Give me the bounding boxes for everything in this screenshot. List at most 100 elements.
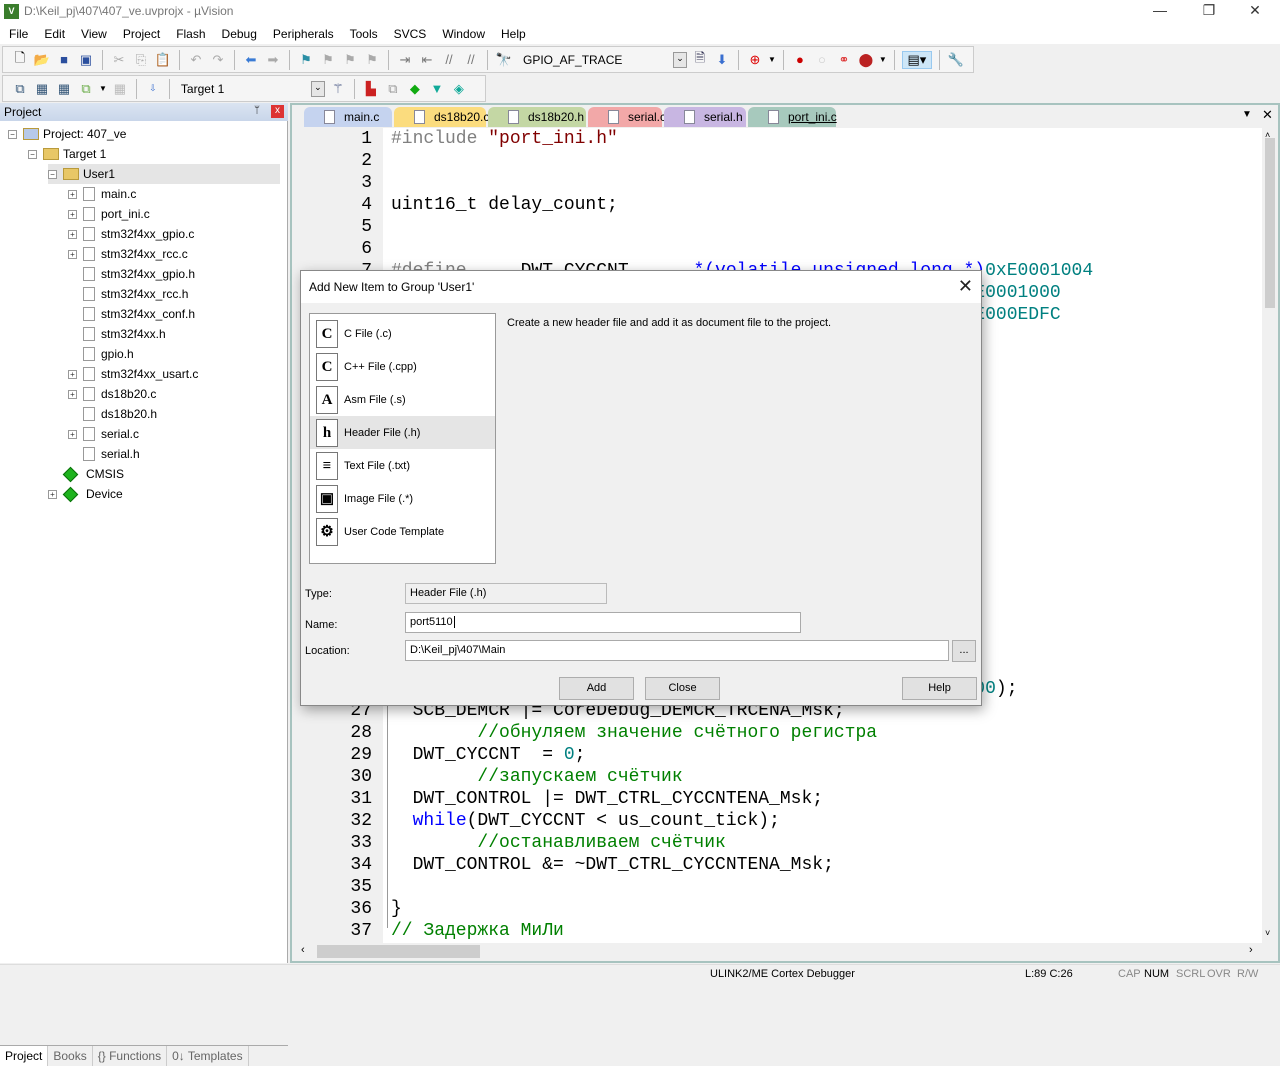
tree-item-folder[interactable]: − User1 (48, 164, 280, 184)
file-tab[interactable]: port_ini.c (748, 107, 837, 127)
tree-item-file[interactable]: stm32f4xx_rcc.h (68, 284, 188, 304)
chevron-down-icon[interactable]: ⌄ (310, 80, 325, 97)
paste-icon[interactable]: 📋 (154, 51, 172, 69)
tree-item-file[interactable]: gpio.h (68, 344, 134, 364)
menu-debug[interactable]: Debug (213, 24, 264, 41)
enable-breakpoint-icon[interactable]: ○ (813, 51, 831, 69)
panel-tab-1[interactable]: Books (48, 1046, 93, 1066)
tree-item-file[interactable]: + stm32f4xx_gpio.c (68, 224, 194, 244)
location-input[interactable]: D:\Keil_pj\407\Main (405, 640, 949, 661)
open-icon[interactable]: 📂 (33, 51, 51, 69)
tree-item-project[interactable]: − Project: 407_ve (8, 124, 126, 144)
rebuild-icon[interactable]: ▦ (55, 80, 73, 98)
scroll-thumb[interactable] (1265, 138, 1275, 308)
close-panel-icon[interactable]: x (271, 105, 284, 118)
maximize-button[interactable]: ❐ (1189, 2, 1229, 19)
expand-icon[interactable]: + (48, 489, 57, 499)
debug-session-icon[interactable]: ⊕ (746, 51, 764, 69)
comment-icon[interactable]: // (440, 51, 458, 69)
tree-line[interactable] (68, 290, 77, 299)
tree-line[interactable] (68, 410, 77, 419)
stop-build-icon[interactable]: ▦ (111, 80, 129, 98)
tree-line[interactable] (48, 470, 57, 479)
target-combo[interactable]: Target 1 ⌄ (177, 79, 325, 99)
menu-window[interactable]: Window (433, 24, 492, 41)
tree-item-target[interactable]: − Target 1 (28, 144, 106, 164)
panel-tab-3[interactable]: 0↓ Templates (167, 1046, 249, 1066)
item-type-option[interactable]: ▣ Image File (.*) (310, 482, 495, 515)
bookmark-icon[interactable]: ⚑ (297, 51, 315, 69)
menu-peripherals[interactable]: Peripherals (264, 24, 341, 41)
tree-line[interactable] (68, 450, 77, 459)
menu-svcs[interactable]: SVCS (385, 24, 434, 41)
collapse-icon[interactable]: − (48, 169, 57, 179)
scroll-right-icon[interactable]: › (1249, 944, 1253, 956)
close-button[interactable]: Close (645, 677, 720, 700)
clear-bookmarks-icon[interactable]: ⚑ (363, 51, 381, 69)
redo-icon[interactable]: ↷ (209, 51, 227, 69)
panel-tab-2[interactable]: {} Functions (93, 1046, 168, 1066)
tree-item-file[interactable]: + ds18b20.c (68, 384, 156, 404)
collapse-icon[interactable]: − (28, 149, 37, 159)
tree-item-file[interactable]: stm32f4xx.h (68, 324, 166, 344)
help-button[interactable]: Help (902, 677, 977, 700)
browse-button[interactable]: ... (952, 640, 976, 662)
menu-edit[interactable]: Edit (35, 24, 72, 41)
batch-build-icon[interactable]: ⧉ (77, 80, 95, 98)
insert-breakpoint-icon[interactable]: ● (791, 51, 809, 69)
target-options-icon[interactable]: ⚚ (329, 80, 347, 98)
menu-project[interactable]: Project (114, 24, 167, 41)
expand-icon[interactable]: + (68, 209, 77, 219)
tree-line[interactable] (68, 330, 77, 339)
tree-item-file[interactable]: ds18b20.h (68, 404, 157, 424)
tree-item-file[interactable]: + main.c (68, 184, 136, 204)
minimize-button[interactable]: — (1140, 2, 1180, 18)
tree-item-component[interactable]: + Device (48, 484, 123, 504)
tree-line[interactable] (68, 310, 77, 319)
cut-icon[interactable]: ✂ (110, 51, 128, 69)
add-button[interactable]: Add (559, 677, 634, 700)
scroll-down-icon[interactable]: ˅ (1265, 928, 1270, 938)
find-icon[interactable]: 🗎 (691, 50, 709, 69)
close-window-button[interactable]: ✕ (1235, 2, 1275, 19)
tree-item-file[interactable]: stm32f4xx_conf.h (68, 304, 195, 324)
unindent-icon[interactable]: ⇤ (418, 51, 436, 69)
select-software-packs-icon[interactable]: ▼ (428, 80, 446, 98)
load-icon[interactable]: ⇩ (144, 80, 162, 98)
expand-icon[interactable]: + (68, 429, 77, 439)
item-type-option[interactable]: A Asm File (.s) (310, 383, 495, 416)
item-type-option[interactable]: ≡ Text File (.txt) (310, 449, 495, 482)
tree-item-file[interactable]: serial.h (68, 444, 140, 464)
incremental-find-icon[interactable]: ⬇ (713, 51, 731, 69)
tree-item-file[interactable]: + stm32f4xx_usart.c (68, 364, 198, 384)
item-type-option[interactable]: ⚙ User Code Template (310, 515, 495, 548)
name-input[interactable]: port5110 (405, 612, 801, 633)
item-type-option[interactable]: h Header File (.h) (310, 416, 495, 449)
find-combo[interactable]: GPIO_AF_TRACE ⌄ (517, 50, 687, 70)
file-tab[interactable]: serial.c (588, 107, 666, 127)
kill-breakpoints-icon[interactable]: ⬤ (857, 51, 875, 69)
tab-list-icon[interactable]: ▼ (1242, 109, 1252, 120)
scroll-left-icon[interactable]: ‹ (301, 944, 305, 956)
expand-icon[interactable]: + (68, 369, 77, 379)
tree-line[interactable] (68, 270, 77, 279)
save-icon[interactable]: ■ (55, 51, 73, 69)
file-tab[interactable]: serial.h (664, 107, 746, 127)
indent-icon[interactable]: ⇥ (396, 51, 414, 69)
expand-icon[interactable]: + (68, 249, 77, 259)
tree-line[interactable] (68, 350, 77, 359)
menu-flash[interactable]: Flash (167, 24, 212, 41)
undo-icon[interactable]: ↶ (187, 51, 205, 69)
file-tab[interactable]: ds18b20.h (488, 107, 586, 127)
forward-icon[interactable]: ➡ (264, 51, 282, 69)
file-tab[interactable]: main.c (304, 107, 392, 127)
next-bookmark-icon[interactable]: ⚑ (341, 51, 359, 69)
save-all-icon[interactable]: ▣ (77, 51, 95, 69)
hscroll-thumb[interactable] (317, 945, 480, 958)
build-icon[interactable]: ▦ (33, 80, 51, 98)
tree-item-file[interactable]: + stm32f4xx_rcc.c (68, 244, 188, 264)
item-type-option[interactable]: C C File (.c) (310, 317, 495, 350)
horizontal-scrollbar[interactable]: ‹ › (297, 943, 1262, 960)
item-type-option[interactable]: C C++ File (.cpp) (310, 350, 495, 383)
copy-icon[interactable]: ⎘ (132, 51, 150, 69)
